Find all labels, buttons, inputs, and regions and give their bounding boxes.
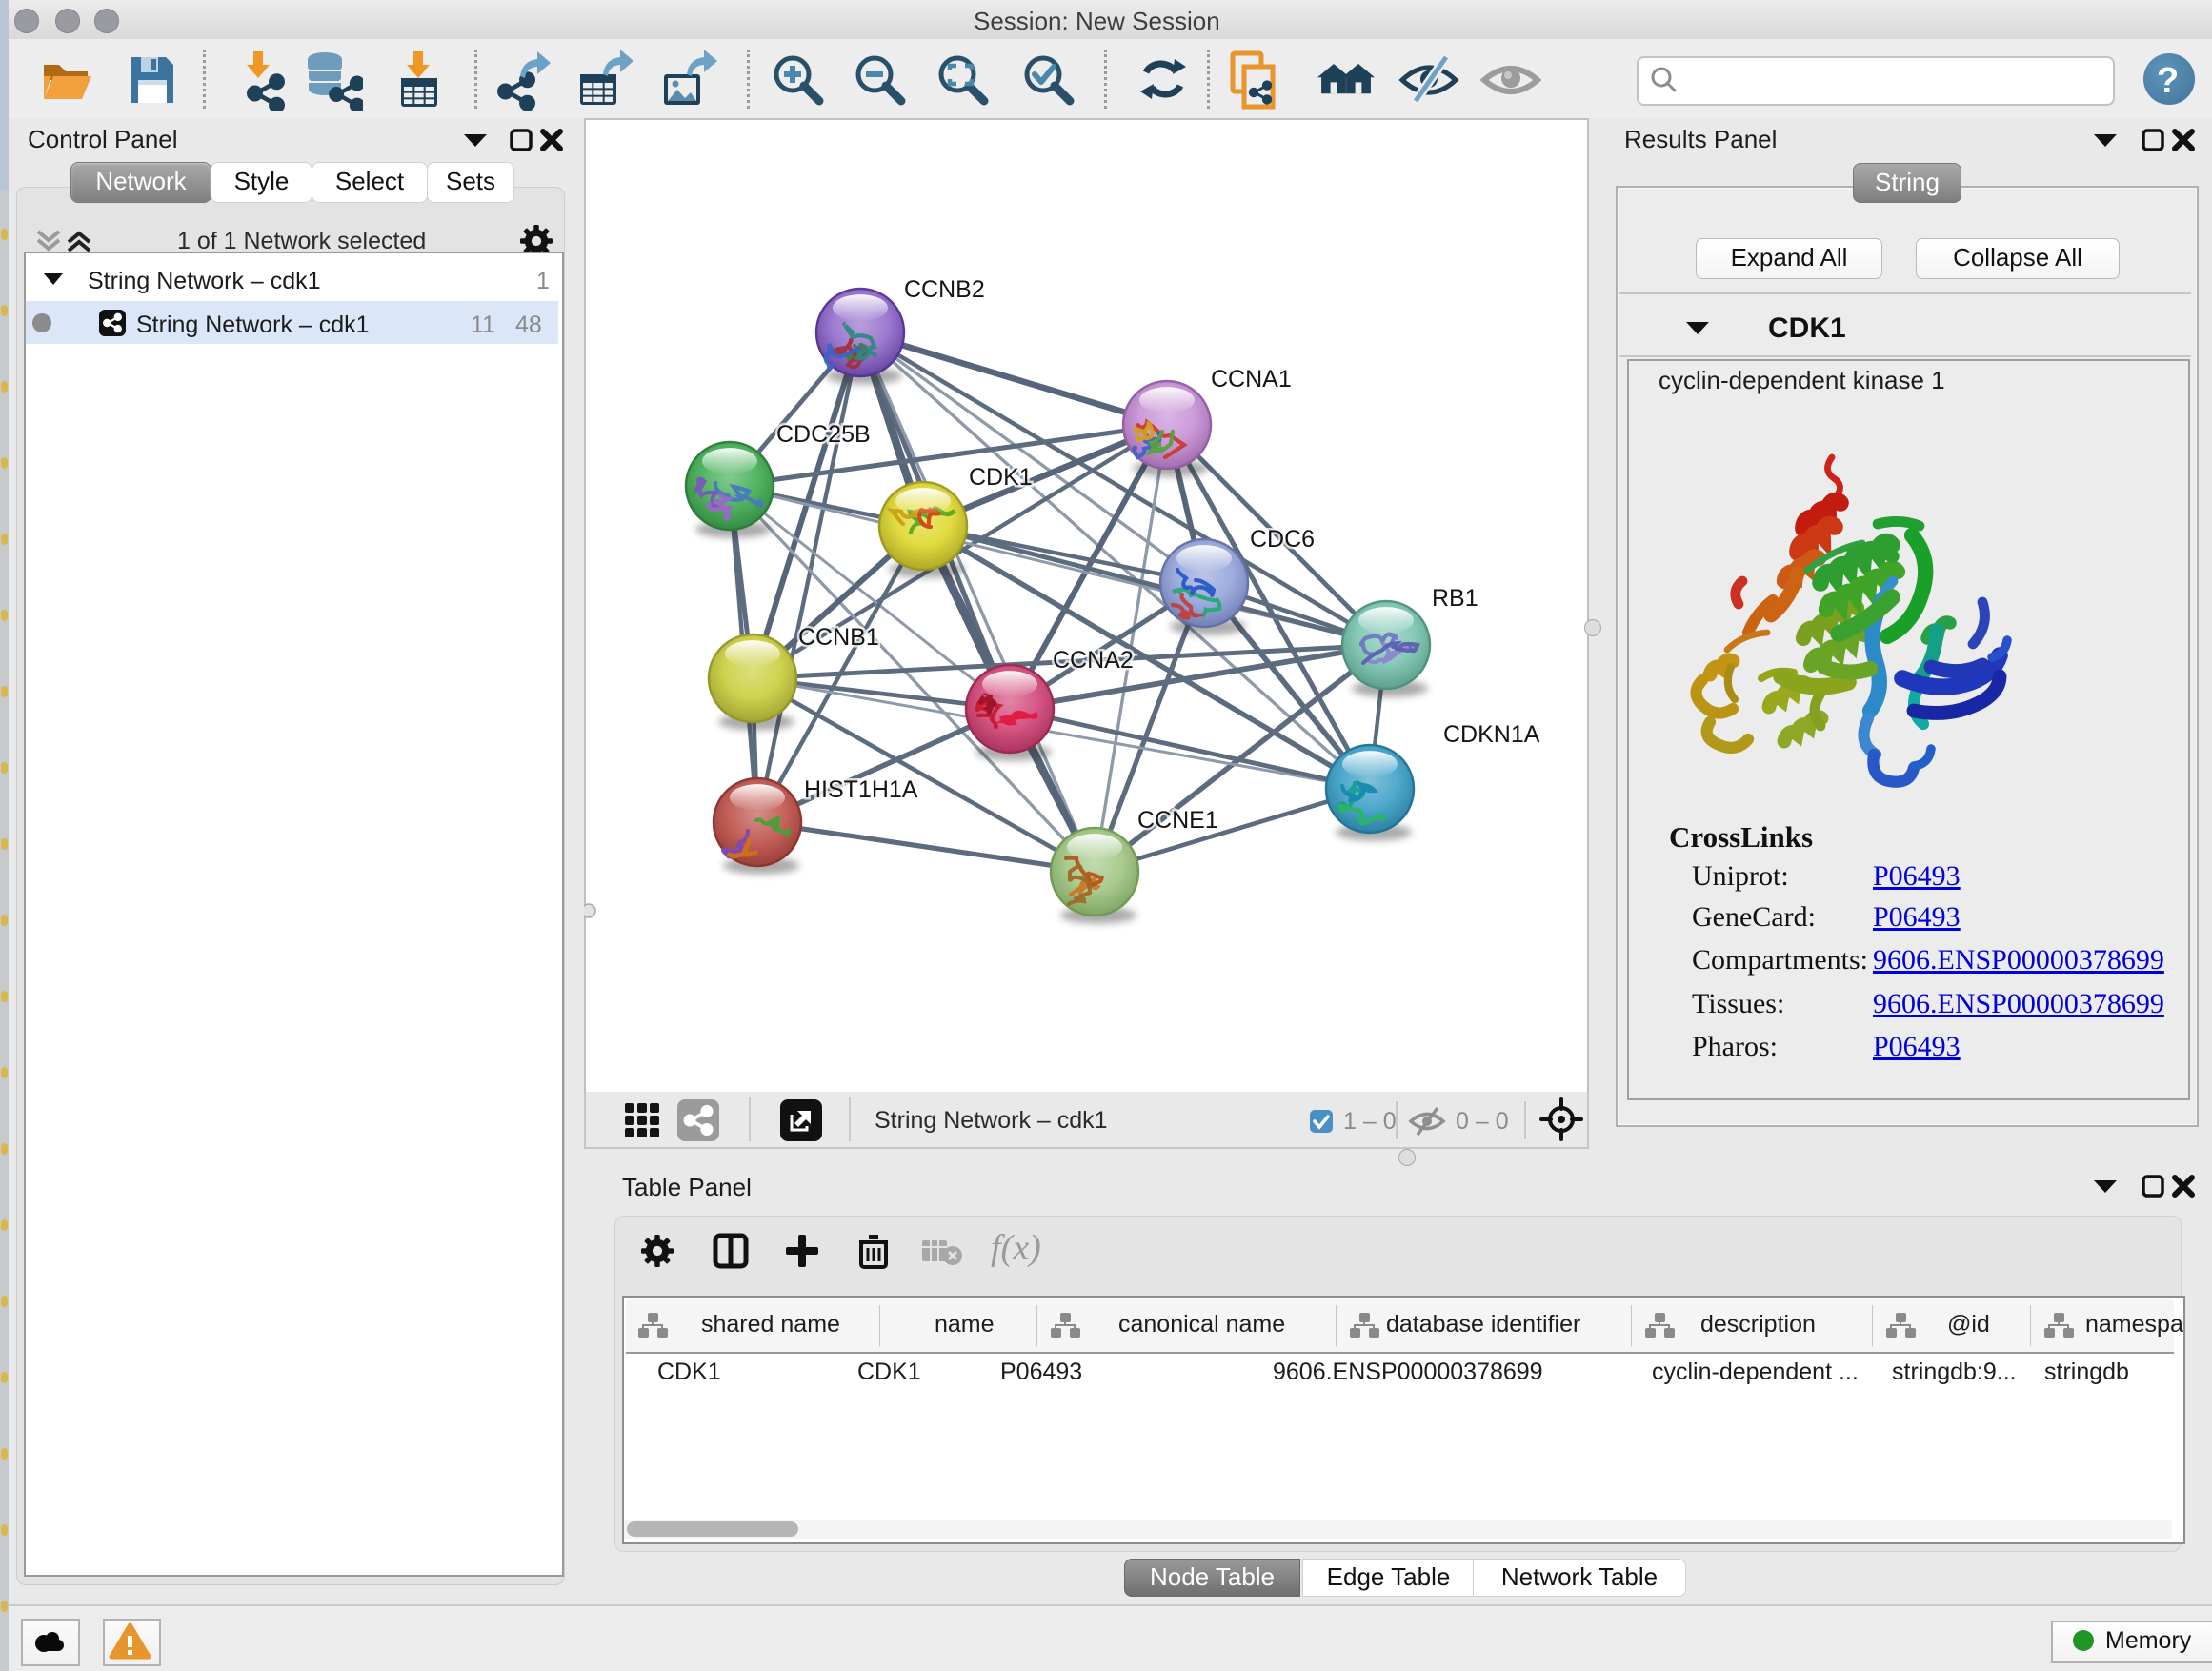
svg-text:CCNE1: CCNE1 <box>1137 807 1218 834</box>
svg-text:RB1: RB1 <box>1432 585 1478 612</box>
svg-text:CCNA1: CCNA1 <box>1211 366 1292 393</box>
svg-text:CDKN1A: CDKN1A <box>1443 721 1540 748</box>
svg-text:CDC6: CDC6 <box>1250 526 1315 553</box>
svg-text:CCNB2: CCNB2 <box>904 276 985 303</box>
svg-text:CDK1: CDK1 <box>969 464 1033 491</box>
svg-text:CCNA2: CCNA2 <box>1053 647 1134 674</box>
svg-text:CDC25B: CDC25B <box>776 421 871 448</box>
svg-text:HIST1H1A: HIST1H1A <box>804 776 918 803</box>
svg-text:CCNB1: CCNB1 <box>798 624 879 651</box>
